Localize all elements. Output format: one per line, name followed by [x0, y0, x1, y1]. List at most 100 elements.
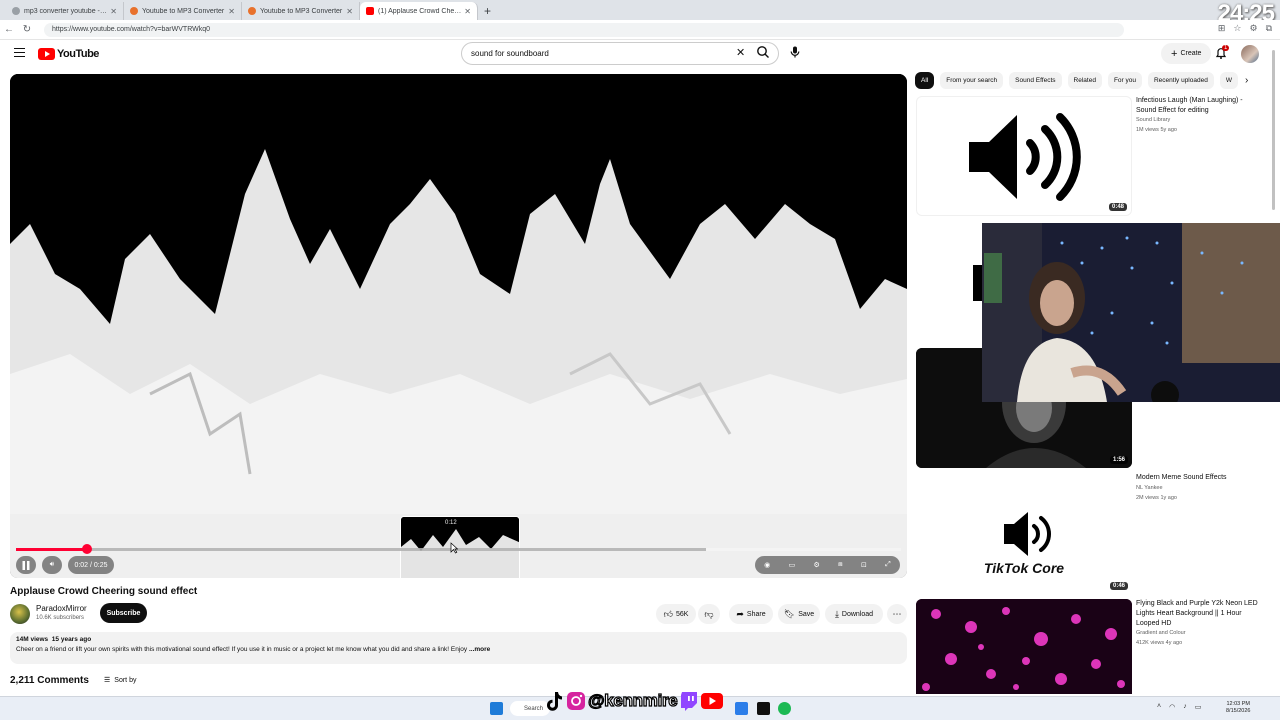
- video-player[interactable]: [10, 74, 907, 578]
- webcam-feed-image: [982, 223, 1280, 402]
- more-dots-icon: ⋯: [892, 608, 902, 619]
- chip-sound-effects[interactable]: Sound Effects: [1009, 72, 1062, 89]
- description-more-link[interactable]: ...more: [469, 646, 490, 653]
- video-duration: 0:46: [1109, 582, 1128, 590]
- favorite-star-icon[interactable]: ☆: [1233, 23, 1241, 34]
- create-label: Create: [1180, 50, 1202, 57]
- twitch-icon: [681, 692, 698, 711]
- recommendation-title[interactable]: Modern Meme Sound Effects: [1136, 473, 1262, 483]
- recommendation-title[interactable]: Flying Black and Purple Y2k Neon LED Lig…: [1136, 599, 1262, 629]
- recommendation-channel[interactable]: Sound Library: [1136, 117, 1170, 123]
- save-button[interactable]: 🔖︎ Save: [778, 604, 820, 624]
- address-bar-row: ← ↻ https://www.youtube.com/watch?v=barW…: [0, 20, 1280, 40]
- progress-buffered: [16, 548, 707, 551]
- new-tab-button[interactable]: +: [484, 2, 491, 20]
- progress-played: [16, 548, 87, 551]
- browser-tab[interactable]: Youtube to MP3 Converter ✕: [124, 2, 242, 20]
- fullscreen-icon[interactable]: ⤢: [885, 561, 891, 569]
- volume-button[interactable]: 🔊︎: [42, 556, 62, 574]
- search-icon[interactable]: [756, 45, 770, 59]
- browser-taskbar-icon[interactable]: [735, 702, 748, 715]
- recommendation-title[interactable]: Infectious Laugh (Man Laughing) - Sound …: [1136, 96, 1262, 116]
- cast-icon[interactable]: ⊡: [861, 561, 867, 569]
- share-button[interactable]: ➦ Share: [729, 604, 773, 624]
- subscriber-count: 10.6K subscribers: [36, 615, 85, 621]
- browser-tab[interactable]: Youtube to MP3 Converter ✕: [242, 2, 360, 20]
- webcam-overlay: [982, 223, 1280, 402]
- back-arrow-icon[interactable]: ←: [0, 24, 18, 35]
- system-date: 8/15/2026: [1226, 708, 1251, 714]
- browser-tab-active[interactable]: (1) Applause Crowd Cheering ✕: [360, 2, 478, 20]
- upload-age: 15 years ago: [51, 636, 92, 643]
- browser-toolbar-icons: ⊞ ☆ ⚙ ⧉: [1218, 23, 1272, 34]
- captions-icon[interactable]: ▭: [789, 561, 796, 569]
- sort-comments-button[interactable]: ☰ Sort by: [104, 676, 136, 685]
- like-button[interactable]: 👍︎ 56K: [656, 604, 696, 624]
- pause-button[interactable]: [16, 556, 36, 574]
- terminal-taskbar-icon[interactable]: [757, 702, 770, 715]
- converter-site-icon: [130, 7, 138, 15]
- filter-chips: All From your search Sound Effects Relat…: [915, 72, 1260, 90]
- subscribe-button[interactable]: Subscribe: [100, 603, 147, 623]
- recommendation-stats: 412K views 4y ago: [1136, 640, 1183, 646]
- chip-from-your-search[interactable]: From your search: [940, 72, 1004, 89]
- logo-text: YouTube: [57, 48, 99, 60]
- close-icon[interactable]: ✕: [464, 7, 471, 16]
- chip-all[interactable]: All: [915, 72, 935, 89]
- recommendation-channel[interactable]: Gradient and Colour: [1136, 630, 1186, 636]
- spotify-taskbar-icon[interactable]: [778, 702, 791, 715]
- clear-search-icon[interactable]: ✕: [736, 46, 745, 59]
- miniplayer-icon[interactable]: ⧈: [838, 561, 842, 569]
- reload-icon[interactable]: ↻: [18, 24, 36, 35]
- menu-icon[interactable]: [14, 48, 25, 57]
- settings-icon[interactable]: ⚙: [1249, 23, 1257, 34]
- youtube-logo[interactable]: YouTube: [38, 48, 99, 60]
- chevron-up-icon[interactable]: ˄: [1157, 703, 1161, 711]
- system-clock[interactable]: 12:03 PM 8/15/2026: [1226, 701, 1250, 715]
- chip-recently-uploaded[interactable]: Recently uploaded: [1147, 72, 1214, 89]
- recommendation-thumbnail[interactable]: 0:48: [916, 96, 1132, 216]
- close-icon[interactable]: ✕: [346, 7, 353, 16]
- wifi-icon[interactable]: ◠: [1169, 703, 1175, 711]
- dislike-button[interactable]: 👎︎: [698, 604, 720, 624]
- recommendation-thumbnail[interactable]: [916, 599, 1132, 694]
- close-icon[interactable]: ✕: [110, 7, 117, 16]
- recommendation-channel[interactable]: NL Yankee: [1136, 485, 1163, 491]
- close-icon[interactable]: ✕: [228, 7, 235, 16]
- progress-scrubber-handle[interactable]: [81, 544, 92, 554]
- more-actions-button[interactable]: ⋯: [887, 604, 907, 624]
- browser-tab[interactable]: mp3 converter youtube - Search ✕: [6, 2, 124, 20]
- apps-icon[interactable]: ⊞: [1218, 23, 1226, 34]
- speaker-icon[interactable]: ♪: [1183, 703, 1187, 711]
- search-input[interactable]: sound for soundboard: [461, 42, 779, 65]
- chevron-right-icon[interactable]: ›: [1245, 75, 1248, 86]
- chip-for-you[interactable]: For you: [1107, 72, 1142, 89]
- download-icon: ⤓: [834, 608, 839, 619]
- instagram-icon: [567, 692, 585, 710]
- chip-more[interactable]: W: [1219, 72, 1238, 89]
- recommendation-thumbnail[interactable]: TikTok Core 0:46: [916, 474, 1132, 594]
- search-icon: [12, 7, 20, 15]
- account-avatar[interactable]: [1241, 45, 1259, 63]
- autoplay-toggle-icon[interactable]: ◉: [764, 561, 770, 569]
- page-scrollbar-thumb[interactable]: [1272, 50, 1275, 210]
- description-box[interactable]: 14M views 15 years ago Cheer on a friend…: [10, 632, 907, 664]
- notification-count-badge: 1: [1222, 45, 1230, 51]
- channel-avatar[interactable]: [10, 604, 30, 624]
- url-field[interactable]: https://www.youtube.com/watch?v=barWVTRW…: [44, 22, 1124, 37]
- time-display: 0:02 / 0:25: [68, 556, 114, 574]
- player-right-controls: ◉ ▭ ⚙ ⧈ ⊡ ⤢: [755, 556, 900, 574]
- battery-icon[interactable]: ▭: [1195, 703, 1202, 711]
- video-title: Applause Crowd Cheering sound effect: [10, 586, 198, 597]
- settings-gear-icon[interactable]: ⚙: [814, 561, 820, 569]
- download-button[interactable]: ⤓ Download: [825, 604, 883, 624]
- recommendation-stats: 1M views 5y ago: [1136, 127, 1177, 133]
- create-button[interactable]: + Create: [1161, 43, 1212, 64]
- view-count: 14M views: [16, 636, 49, 643]
- youtube-header: YouTube sound for soundboard ✕ + Create …: [0, 40, 1280, 68]
- chip-related[interactable]: Related: [1067, 72, 1102, 89]
- collections-icon[interactable]: ⧉: [1266, 23, 1272, 34]
- channel-name[interactable]: ParadoxMirror: [36, 604, 87, 613]
- windows-start-icon[interactable]: [490, 702, 503, 715]
- microphone-icon[interactable]: [787, 44, 803, 60]
